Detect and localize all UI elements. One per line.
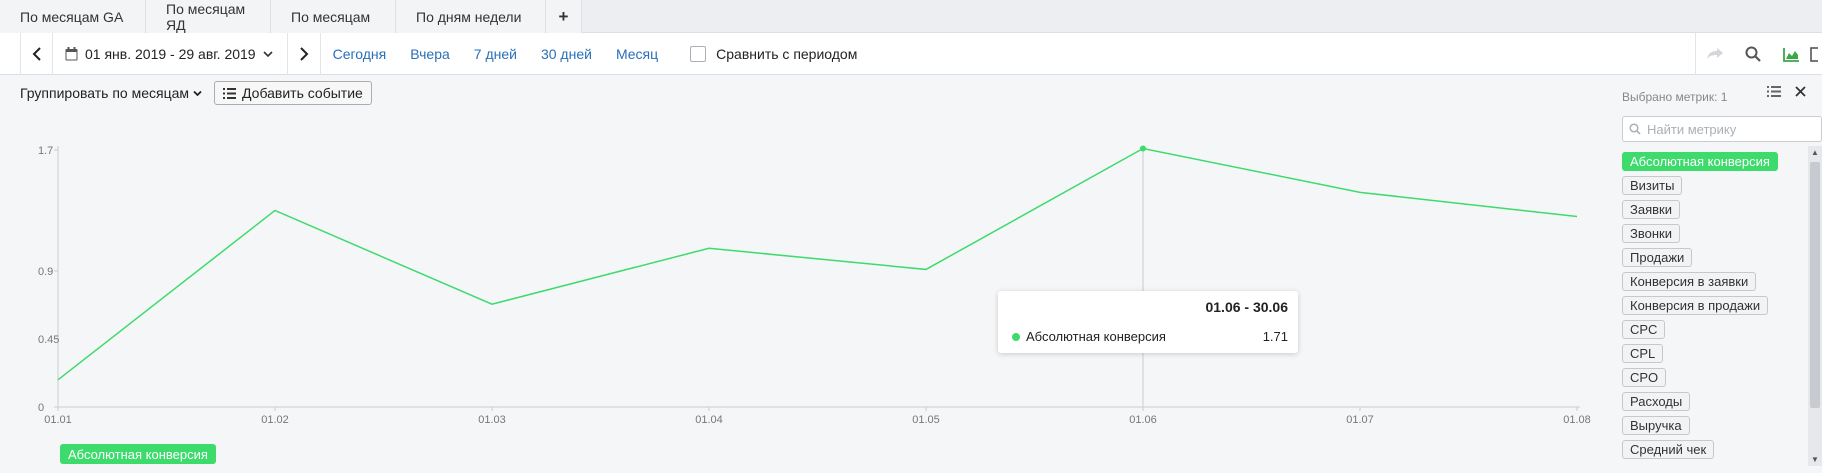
y-tick-label: 0 (38, 402, 44, 414)
highlighted-point (1140, 145, 1146, 152)
metric-chip[interactable]: Расходы (1622, 392, 1691, 411)
prev-period-button[interactable] (20, 32, 53, 75)
toolbar-icons (1695, 33, 1822, 75)
metric-chip[interactable]: Заявки (1622, 200, 1680, 219)
metric-chip[interactable]: Конверсия в заявки (1622, 272, 1757, 291)
x-tick-label: 01.03 (478, 414, 506, 426)
report-tabs: По месяцам GA По месяцам ЯД По месяцам П… (0, 0, 1822, 33)
period-yesterday-link[interactable]: Вчера (410, 46, 450, 62)
tab-ga-monthly[interactable]: По месяцам GA (0, 0, 146, 33)
tooltip-title: 01.06 - 30.06 (1205, 299, 1288, 315)
series-dot (1012, 332, 1020, 341)
metric-chip[interactable]: Звонки (1622, 224, 1680, 243)
tab-label: По месяцам ЯД (166, 0, 246, 33)
list-view-icon[interactable] (1767, 86, 1781, 97)
share-button[interactable] (1696, 33, 1734, 75)
add-event-button[interactable]: Добавить событие (214, 81, 372, 105)
legend-item-absolute-conversion[interactable]: Абсолютная конверсия (60, 444, 216, 464)
tooltip-row: Абсолютная конверсия 1.71 (1012, 329, 1288, 344)
compare-label: Сравнить с периодом (716, 45, 858, 62)
table-icon (1810, 46, 1818, 62)
period-month-link[interactable]: Месяц (616, 46, 658, 62)
period-toolbar: 01 янв. 2019 - 29 авг. 2019 Сегодня Вчер… (0, 32, 1822, 75)
scroll-up-icon[interactable]: ▲ (1811, 148, 1819, 157)
metric-chip[interactable]: CPL (1622, 344, 1664, 363)
tab-yd-monthly[interactable]: По месяцам ЯД (146, 0, 271, 33)
legend-label: Абсолютная конверсия (68, 446, 208, 462)
chevron-down-icon (263, 50, 273, 57)
chevron-right-icon (299, 46, 309, 61)
list-icon (223, 87, 237, 99)
calendar-icon (65, 46, 78, 60)
tab-label: По месяцам (291, 8, 371, 25)
search-icon (1629, 123, 1641, 135)
metrics-panel: Выбрано метрик: 1 Найти метрику Абсолютн… (1622, 82, 1822, 473)
chevron-left-icon (32, 46, 41, 61)
tab-monthly[interactable]: По месяцам (271, 0, 396, 33)
tooltip-value: 1.71 (1262, 329, 1288, 344)
series-line-absolute-conversion (57, 147, 1578, 381)
period-today-link[interactable]: Сегодня (333, 46, 387, 62)
metrics-scrollbar[interactable]: ▲ ▼ (1808, 146, 1822, 466)
x-tick-label: 01.08 (1563, 414, 1591, 426)
x-tick-label: 01.04 (695, 414, 723, 426)
y-tick-label: 0.45 (38, 334, 59, 346)
date-range-text: 01 янв. 2019 - 29 авг. 2019 (85, 45, 256, 62)
compare-period-toggle[interactable]: Сравнить с периодом (690, 45, 858, 62)
x-tick-label: 01.06 (1129, 414, 1157, 426)
x-tick-label: 01.01 (44, 414, 72, 426)
area-chart-icon (1782, 47, 1799, 62)
metric-chip[interactable]: CPO (1622, 368, 1667, 387)
plus-icon: + (558, 6, 569, 26)
group-bar: Группировать по месяцам Добавить событие (20, 81, 372, 105)
tab-label: По дням недели (416, 8, 522, 25)
metric-chip[interactable]: Средний чек (1622, 440, 1715, 459)
metric-search-input[interactable]: Найти метрику (1622, 116, 1822, 142)
metric-list: Абсолютная конверсия Визиты Заявки Звонки Пр… (1622, 152, 1778, 459)
date-range-picker[interactable]: 01 янв. 2019 - 29 авг. 2019 (53, 32, 288, 75)
table-view-button[interactable] (1810, 33, 1822, 75)
metric-chip[interactable]: Выручка (1622, 416, 1690, 435)
search-placeholder: Найти метрику (1647, 121, 1737, 137)
metric-chip[interactable]: Конверсия в продажи (1622, 296, 1769, 315)
tab-label: По месяцам GA (20, 8, 124, 25)
panel-icons (1767, 86, 1806, 97)
selected-metrics-count: Выбрано метрик: 1 (1622, 90, 1728, 104)
y-tick-label: 1.7 (38, 145, 53, 157)
next-period-button[interactable] (288, 32, 321, 75)
tooltip-series-name: Абсолютная конверсия (1026, 329, 1166, 344)
chart-area: 0 0.45 0.9 1.7 01.01 01.02 01.03 01.04 01.05 01.0… (0, 130, 1600, 430)
metric-chip[interactable]: CPC (1622, 320, 1666, 339)
y-tick-label: 0.9 (38, 266, 53, 278)
close-icon[interactable] (1795, 86, 1806, 97)
search-icon (1745, 46, 1761, 62)
metric-chip[interactable]: Продажи (1622, 248, 1693, 267)
scroll-down-icon[interactable]: ▼ (1811, 455, 1819, 464)
search-button[interactable] (1734, 33, 1772, 75)
line-chart: 0 0.45 0.9 1.7 01.01 01.02 01.03 01.04 01.05 01.0… (38, 145, 1591, 426)
chart-tooltip: 01.06 - 30.06 Абсолютная конверсия 1.71 (998, 291, 1298, 353)
scrollbar-thumb[interactable] (1810, 162, 1820, 408)
add-event-label: Добавить событие (242, 85, 363, 101)
metric-chip[interactable]: Абсолютная конверсия (1622, 152, 1778, 171)
period-7days-link[interactable]: 7 дней (474, 46, 517, 62)
period-30days-link[interactable]: 30 дней (541, 46, 592, 62)
chevron-down-icon (193, 90, 202, 96)
add-tab-button[interactable]: + (546, 0, 582, 33)
x-tick-label: 01.02 (261, 414, 289, 426)
metric-chip[interactable]: Визиты (1622, 176, 1683, 195)
x-tick-label: 01.07 (1346, 414, 1374, 426)
x-tick-label: 01.05 (912, 414, 940, 426)
share-icon (1707, 48, 1723, 59)
tab-weekdays[interactable]: По дням недели (396, 0, 546, 33)
group-by-select[interactable]: Группировать по месяцам (20, 85, 202, 101)
compare-checkbox[interactable] (690, 45, 707, 62)
chart-view-button[interactable] (1772, 33, 1810, 75)
group-by-value: Группировать по месяцам (20, 85, 190, 101)
